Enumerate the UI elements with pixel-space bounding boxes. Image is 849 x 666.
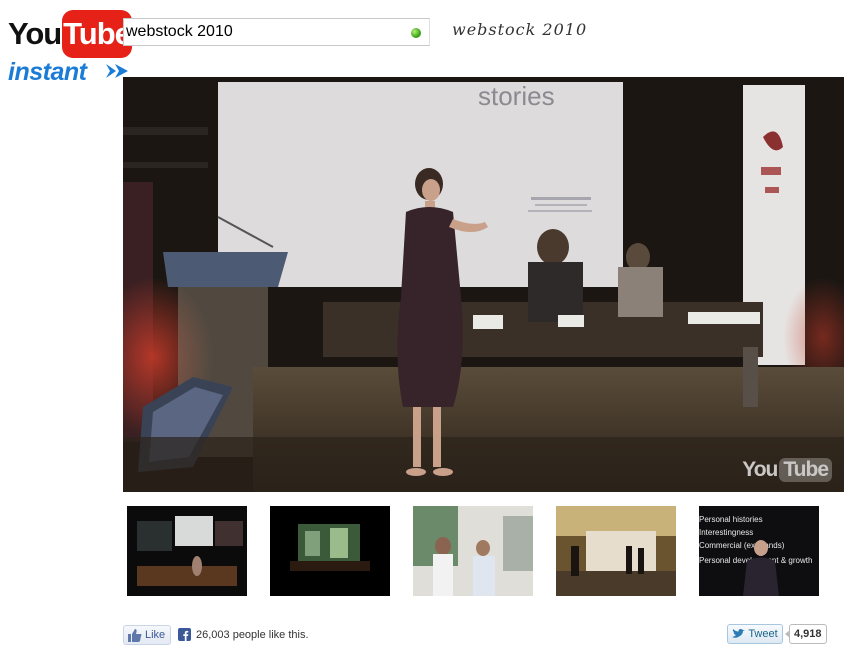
- video-thumbnail-1[interactable]: [127, 506, 247, 596]
- thumbnail-image: [413, 506, 533, 596]
- video-thumbnail-4[interactable]: [556, 506, 676, 596]
- logo-instant-text: instant: [8, 58, 87, 86]
- status-indicator-icon: [411, 28, 421, 38]
- video-thumbnail-3[interactable]: [413, 506, 533, 596]
- youtube-instant-logo[interactable]: You Tube instant: [6, 10, 132, 86]
- thumbnail-image: Personal histories Interestingness Comme…: [699, 506, 819, 596]
- thumbnail-slide-line-1: Personal histories: [699, 515, 763, 524]
- thumbnail-slide-line-2: Interestingness: [699, 528, 753, 537]
- video-player[interactable]: stories You Tube: [123, 77, 844, 492]
- thumbnail-image: [127, 506, 247, 596]
- facebook-like-count: 26,003 people like this.: [196, 629, 309, 641]
- like-button-label: Like: [145, 629, 166, 641]
- logo-you-text: You: [8, 16, 62, 51]
- thumbnail-image: [556, 506, 676, 596]
- watermark-you: You: [742, 458, 778, 481]
- thumbs-up-icon: [128, 628, 142, 642]
- watermark-tube: Tube: [779, 458, 832, 482]
- thumbnail-slide-line-3: Commercial (ex brands): [699, 541, 785, 550]
- logo-tube-badge: Tube: [62, 10, 132, 58]
- twitter-bird-icon: [732, 629, 746, 638]
- related-videos: Personal histories Interestingness Comme…: [127, 506, 827, 596]
- video-frame: stories: [123, 77, 844, 492]
- video-thumbnail-2[interactable]: [270, 506, 390, 596]
- search-input[interactable]: [126, 22, 396, 42]
- search-box[interactable]: [123, 18, 430, 46]
- facebook-like-button[interactable]: Like: [123, 625, 172, 645]
- facebook-icon: [178, 628, 191, 641]
- tweet-button-label: Tweet: [748, 628, 778, 640]
- slide-text: stories: [478, 81, 555, 111]
- tweet-button[interactable]: Tweet: [727, 624, 783, 644]
- query-echo-text: webstock 2010: [452, 20, 588, 39]
- tweet-count: 4,918: [785, 624, 827, 644]
- thumbnail-image: [270, 506, 390, 596]
- video-thumbnail-5[interactable]: Personal histories Interestingness Comme…: [699, 506, 819, 596]
- youtube-watermark: You Tube: [742, 458, 832, 482]
